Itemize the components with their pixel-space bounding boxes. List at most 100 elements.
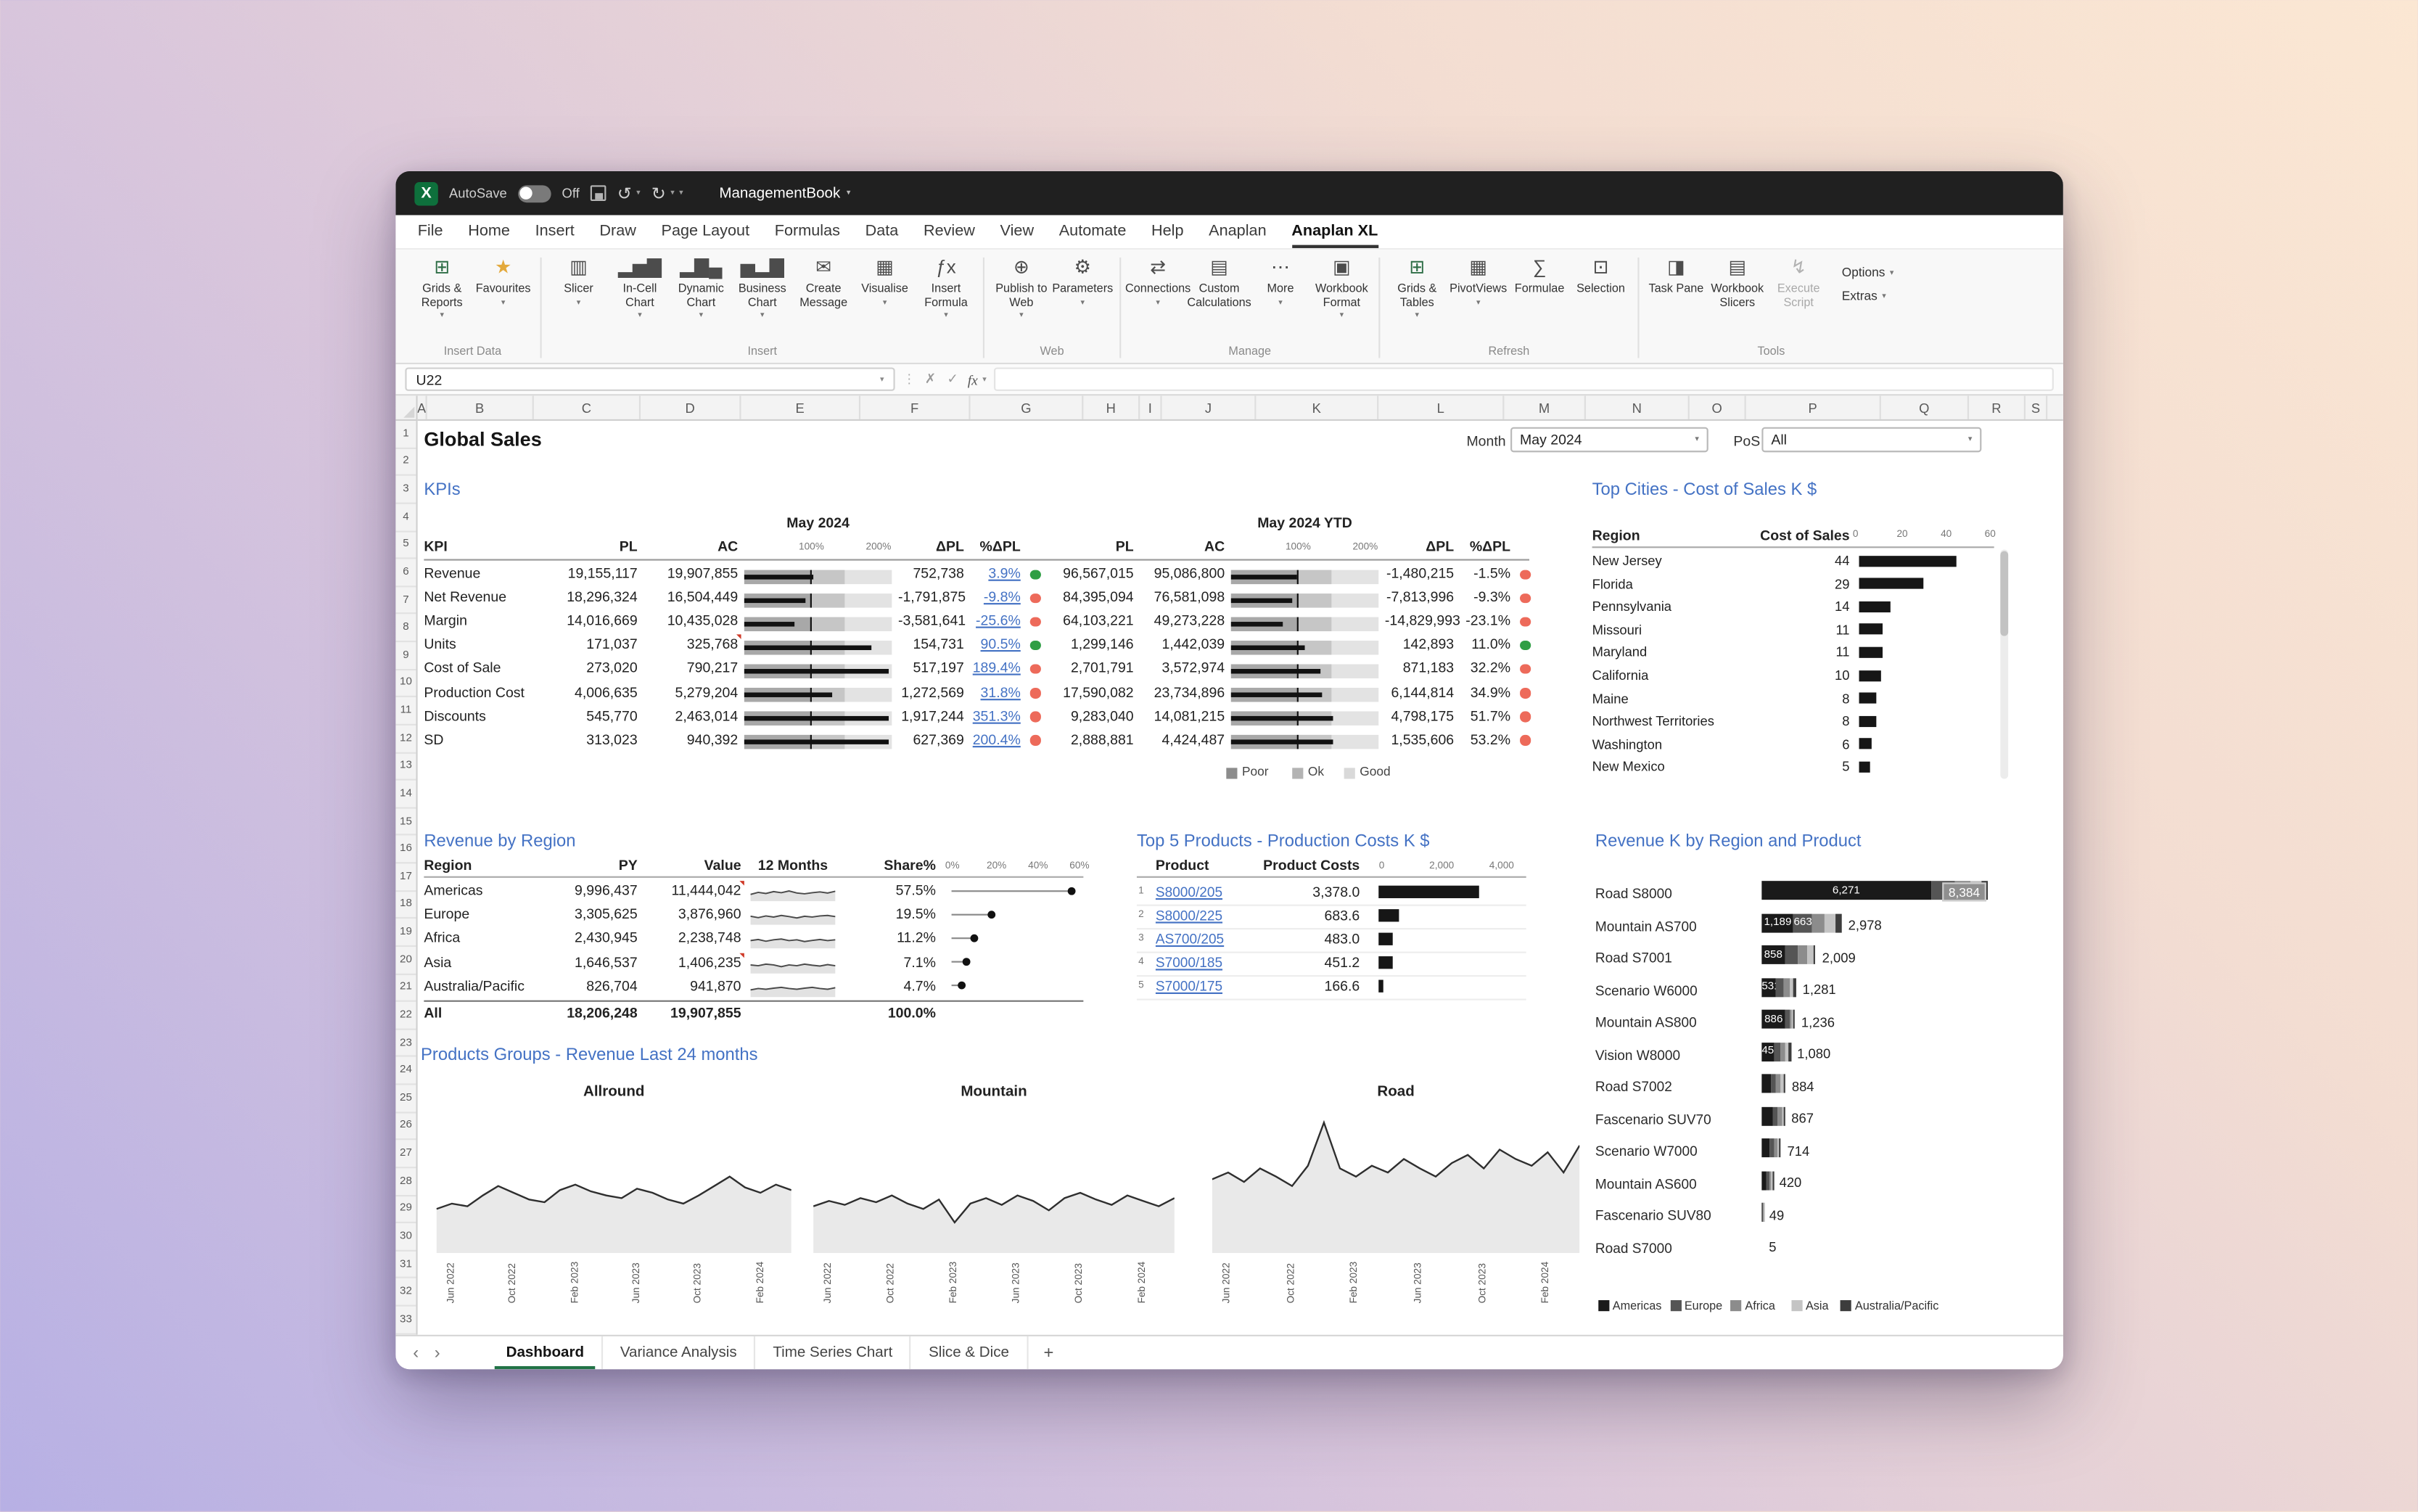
ribbon-button-workbook-slicers[interactable]: ▤Workbook Slicers (1707, 252, 1768, 309)
ribbon-button-workbook-format[interactable]: ▣Workbook Format▾ (1311, 252, 1372, 321)
ribbon-button-insert-formula[interactable]: ƒxInsert Formula▾ (916, 252, 976, 321)
row-header-8[interactable]: 8 (395, 615, 416, 642)
column-header-d[interactable]: D (641, 395, 741, 419)
ribbon-button-dynamic-chart[interactable]: ▂▇▄Dynamic Chart▾ (670, 252, 731, 321)
row-header-4[interactable]: 4 (395, 504, 416, 531)
row-header-7[interactable]: 7 (395, 587, 416, 615)
month-filter-select[interactable]: May 2024▾ (1510, 427, 1708, 453)
column-header-s[interactable]: S (2026, 395, 2047, 419)
ribbon-button-task-pane[interactable]: ◨Task Pane (1645, 252, 1706, 296)
column-header-r[interactable]: R (1969, 395, 2026, 419)
ribbon-button-formulae[interactable]: ∑Formulae (1509, 252, 1570, 296)
kpi-pct-link[interactable]: 90.5% (971, 636, 1021, 652)
column-header-a[interactable]: A (418, 395, 427, 419)
kpi-pct-link[interactable]: 351.3% (971, 707, 1021, 723)
ribbon-button-parameters[interactable]: ⚙Parameters▾ (1052, 252, 1113, 307)
row-header-19[interactable]: 19 (395, 919, 416, 947)
sheet-tab-variance-analysis[interactable]: Variance Analysis (603, 1336, 756, 1369)
column-header-c[interactable]: C (534, 395, 641, 419)
ribbon-button-custom-calculations[interactable]: ▤Custom Calculations (1188, 252, 1249, 309)
column-header-b[interactable]: B (427, 395, 534, 419)
kpi-pct-link[interactable]: 200.4% (971, 731, 1021, 747)
ribbon-button-favourites[interactable]: ★Favourites▾ (472, 252, 533, 307)
menu-tab-page-layout[interactable]: Page Layout (649, 217, 762, 247)
row-header-1[interactable]: 1 (395, 421, 416, 448)
column-header-n[interactable]: N (1586, 395, 1690, 419)
kpi-pct-link[interactable]: 3.9% (971, 565, 1021, 581)
column-header-p[interactable]: P (1746, 395, 1881, 419)
column-header-e[interactable]: E (741, 395, 860, 419)
ribbon-button-publish-to-web[interactable]: ⊕Publish to Web▾ (991, 252, 1052, 321)
row-header-20[interactable]: 20 (395, 947, 416, 974)
menu-tab-automate[interactable]: Automate (1046, 217, 1138, 247)
row-header-32[interactable]: 32 (395, 1279, 416, 1307)
row-header-26[interactable]: 26 (395, 1113, 416, 1141)
tabs-scroll-left-icon[interactable]: ‹ (405, 1344, 427, 1363)
top-cities-scrollbar[interactable] (2000, 550, 2008, 779)
row-header-14[interactable]: 14 (395, 781, 416, 808)
menu-tab-formulas[interactable]: Formulas (762, 217, 852, 247)
row-header-21[interactable]: 21 (395, 974, 416, 1002)
menu-tab-anaplan-xl[interactable]: Anaplan XL (1279, 217, 1391, 247)
row-header-29[interactable]: 29 (395, 1196, 416, 1223)
select-all-corner[interactable] (395, 395, 417, 421)
row-header-3[interactable]: 3 (395, 476, 416, 504)
row-header-9[interactable]: 9 (395, 642, 416, 670)
column-header-i[interactable]: I (1140, 395, 1161, 419)
menu-tab-review[interactable]: Review (911, 217, 988, 247)
row-header-16[interactable]: 16 (395, 836, 416, 863)
row-header-15[interactable]: 15 (395, 808, 416, 836)
row-header-5[interactable]: 5 (395, 532, 416, 559)
save-icon[interactable] (591, 185, 606, 201)
ribbon-button-create-message[interactable]: ✉Create Message (793, 252, 854, 309)
column-header-k[interactable]: K (1256, 395, 1378, 419)
undo-caret-icon[interactable]: ▾ (636, 189, 640, 198)
tabs-scroll-right-icon[interactable]: › (427, 1344, 448, 1363)
ribbon-button-grids-tables[interactable]: ⊞Grids & Tables▾ (1386, 252, 1447, 321)
tp-product-link[interactable]: S8000/225 (1156, 908, 1222, 924)
ribbon-button-more[interactable]: ⋯More▾ (1250, 252, 1311, 307)
menu-tab-insert[interactable]: Insert (522, 217, 587, 247)
row-header-28[interactable]: 28 (395, 1168, 416, 1196)
redo-icon[interactable]: ↻ (651, 183, 666, 203)
scrollbar-thumb[interactable] (2000, 551, 2008, 636)
ribbon-button-visualise[interactable]: ▦Visualise▾ (854, 252, 915, 307)
kpi-pct-link[interactable]: 189.4% (971, 660, 1021, 676)
menu-tab-file[interactable]: File (405, 217, 456, 247)
column-header-h[interactable]: H (1083, 395, 1140, 419)
row-header-6[interactable]: 6 (395, 559, 416, 587)
ribbon-button-extras[interactable]: Extras▾ (1842, 289, 1894, 303)
row-header-11[interactable]: 11 (395, 697, 416, 725)
ribbon-button-slicer[interactable]: ▥Slicer▾ (548, 252, 609, 307)
row-header-23[interactable]: 23 (395, 1030, 416, 1057)
ribbon-button-selection[interactable]: ⊡Selection (1570, 252, 1631, 296)
sheet-tab-dashboard[interactable]: Dashboard (489, 1336, 603, 1369)
menu-tab-view[interactable]: View (987, 217, 1046, 247)
ribbon-button-connections[interactable]: ⇄Connections▾ (1127, 252, 1188, 307)
row-header-31[interactable]: 31 (395, 1251, 416, 1278)
ribbon-button-in-cell-chart[interactable]: ▂▅▇In-Cell Chart▾ (609, 252, 670, 321)
row-header-17[interactable]: 17 (395, 863, 416, 891)
menu-tab-data[interactable]: Data (852, 217, 910, 247)
menu-tab-anaplan[interactable]: Anaplan (1196, 217, 1279, 247)
tp-product-link[interactable]: S7000/175 (1156, 978, 1222, 994)
quick-access-caret-icon[interactable]: ▾ (679, 189, 683, 198)
sheet-tab-time-series-chart[interactable]: Time Series Chart (756, 1336, 912, 1369)
row-header-13[interactable]: 13 (395, 753, 416, 781)
ribbon-button-grids-reports[interactable]: ⊞Grids & Reports▾ (411, 252, 472, 321)
ribbon-button-options[interactable]: Options▾ (1842, 266, 1894, 279)
row-header-30[interactable]: 30 (395, 1223, 416, 1251)
column-header-g[interactable]: G (971, 395, 1084, 419)
kpi-pct-link[interactable]: 31.8% (971, 684, 1021, 700)
tp-product-link[interactable]: S7000/185 (1156, 955, 1222, 971)
column-header-j[interactable]: J (1162, 395, 1257, 419)
insert-function-icon[interactable]: fx▾ (968, 371, 987, 387)
row-header-25[interactable]: 25 (395, 1085, 416, 1113)
row-header-2[interactable]: 2 (395, 448, 416, 476)
redo-caret-icon[interactable]: ▾ (670, 189, 674, 198)
kpi-pct-link[interactable]: -9.8% (971, 589, 1021, 605)
ribbon-button-business-chart[interactable]: ▅▂▇Business Chart▾ (732, 252, 793, 321)
menu-tab-draw[interactable]: Draw (587, 217, 649, 247)
row-header-12[interactable]: 12 (395, 726, 416, 753)
column-header-o[interactable]: O (1690, 395, 1746, 419)
